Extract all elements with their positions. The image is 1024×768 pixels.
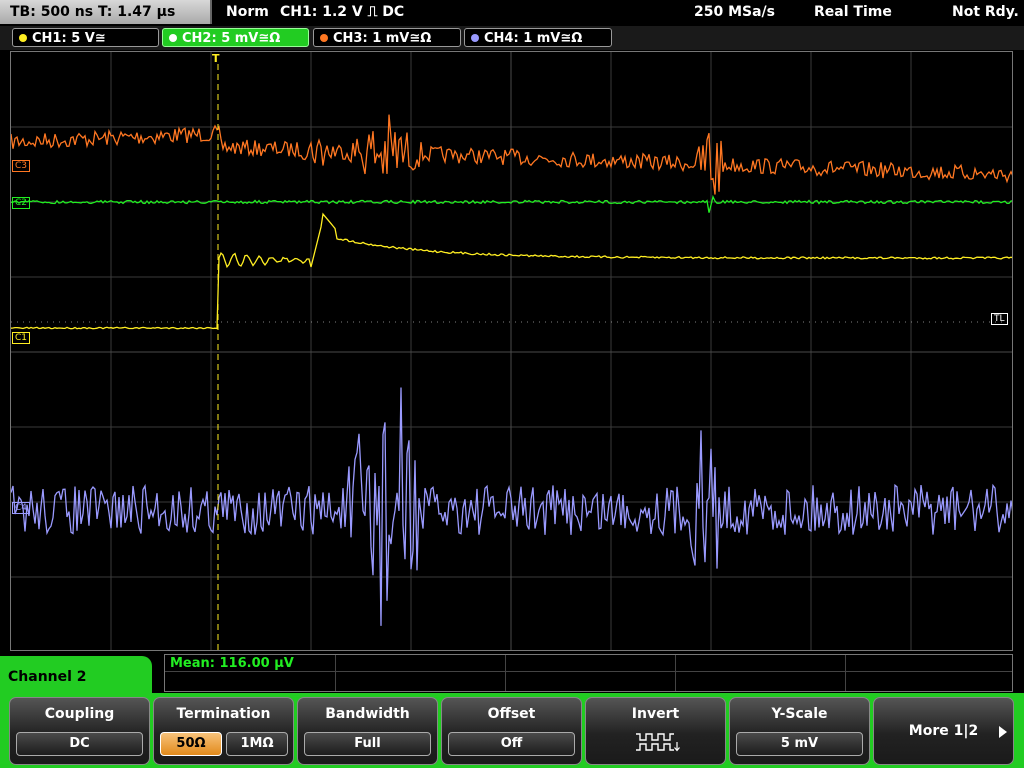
invert-softkey[interactable]: Invert (585, 697, 726, 765)
waveform-display[interactable]: C3 C2 C1 C4 TL T (10, 51, 1013, 651)
termination-label: Termination (176, 706, 271, 722)
channel-color-dot (169, 34, 177, 42)
trigger-level-marker[interactable]: TL (991, 313, 1008, 325)
menu-title: Channel 2 (0, 656, 152, 696)
channel-tab-ch2[interactable]: CH2: 5 mV≅Ω (162, 28, 309, 47)
softkey-bar: Coupling DC Termination 50Ω 1MΩ Bandwidt… (0, 693, 1024, 768)
invert-waveform-icon (636, 733, 680, 752)
mean-measurement: Mean: 116.00 µV (170, 656, 294, 671)
channel-tab-label: CH3: 1 mV≅Ω (333, 31, 432, 46)
measurement-panel: Mean: 116.00 µV (164, 654, 1013, 692)
bandwidth-softkey[interactable]: Bandwidth Full (297, 697, 438, 765)
measurement-divider (675, 655, 676, 691)
trigger-readout[interactable]: CH1: 1.2 V ⎍ DC (280, 0, 404, 24)
acquisition-mode: Real Time (814, 4, 892, 20)
channel-color-dot (19, 34, 27, 42)
channel-tab-label: CH4: 1 mV≅Ω (484, 31, 583, 46)
ch1-ground-marker[interactable]: C1 (12, 332, 31, 344)
trigger-mode[interactable]: Norm (226, 0, 269, 24)
bandwidth-value[interactable]: Full (304, 732, 431, 756)
coupling-value[interactable]: DC (16, 732, 143, 756)
ch4-ground-marker[interactable]: C4 (12, 502, 31, 514)
yscale-label: Y-Scale (771, 706, 828, 722)
yscale-softkey[interactable]: Y-Scale 5 mV (729, 697, 870, 765)
next-page-icon (999, 726, 1007, 738)
offset-softkey[interactable]: Offset Off (441, 697, 582, 765)
timebase-readout[interactable]: TB: 500 ns T: 1.47 µs (0, 0, 212, 24)
channel-tab-ch1[interactable]: CH1: 5 V≅ (12, 28, 159, 47)
ch2-ground-marker[interactable]: C2 (12, 197, 31, 209)
acquisition-status: Not Rdy. (952, 4, 1019, 20)
offset-value[interactable]: Off (448, 732, 575, 756)
sample-rate: 250 MSa/s (694, 4, 776, 20)
status-bar: TB: 500 ns T: 1.47 µs Norm CH1: 1.2 V ⎍ … (0, 0, 1024, 26)
measurement-divider (845, 655, 846, 691)
invert-label: Invert (631, 706, 680, 722)
channel-color-dot (471, 34, 479, 42)
termination-50ohm-option[interactable]: 50Ω (160, 732, 222, 756)
more-label: More 1|2 (908, 723, 979, 739)
ch3-ground-marker[interactable]: C3 (12, 160, 31, 172)
waveform-traces (11, 114, 1012, 626)
graticule-grid (11, 52, 1012, 650)
channel-tab-ch3[interactable]: CH3: 1 mV≅Ω (313, 28, 461, 47)
coupling-label: Coupling (44, 706, 115, 722)
measurement-divider (165, 671, 1012, 672)
channel-tab-label: CH2: 5 mV≅Ω (182, 31, 281, 46)
trigger-position-marker[interactable]: T (212, 52, 220, 65)
measurement-divider (505, 655, 506, 691)
channel-tab-label: CH1: 5 V≅ (32, 31, 106, 46)
more-softkey[interactable]: More 1|2 (873, 697, 1014, 765)
offset-label: Offset (487, 706, 536, 722)
waveform-canvas (11, 52, 1012, 650)
channel-color-dot (320, 34, 328, 42)
measurement-divider (335, 655, 336, 691)
screen-markers (11, 64, 1012, 650)
bandwidth-label: Bandwidth (325, 706, 410, 722)
channel-bar: CH1: 5 V≅ CH2: 5 mV≅Ω CH3: 1 mV≅Ω CH4: 1… (0, 26, 1024, 50)
yscale-value[interactable]: 5 mV (736, 732, 863, 756)
termination-1mohm-option[interactable]: 1MΩ (226, 732, 288, 756)
termination-softkey[interactable]: Termination 50Ω 1MΩ (153, 697, 294, 765)
coupling-softkey[interactable]: Coupling DC (9, 697, 150, 765)
channel-tab-ch4[interactable]: CH4: 1 mV≅Ω (464, 28, 612, 47)
